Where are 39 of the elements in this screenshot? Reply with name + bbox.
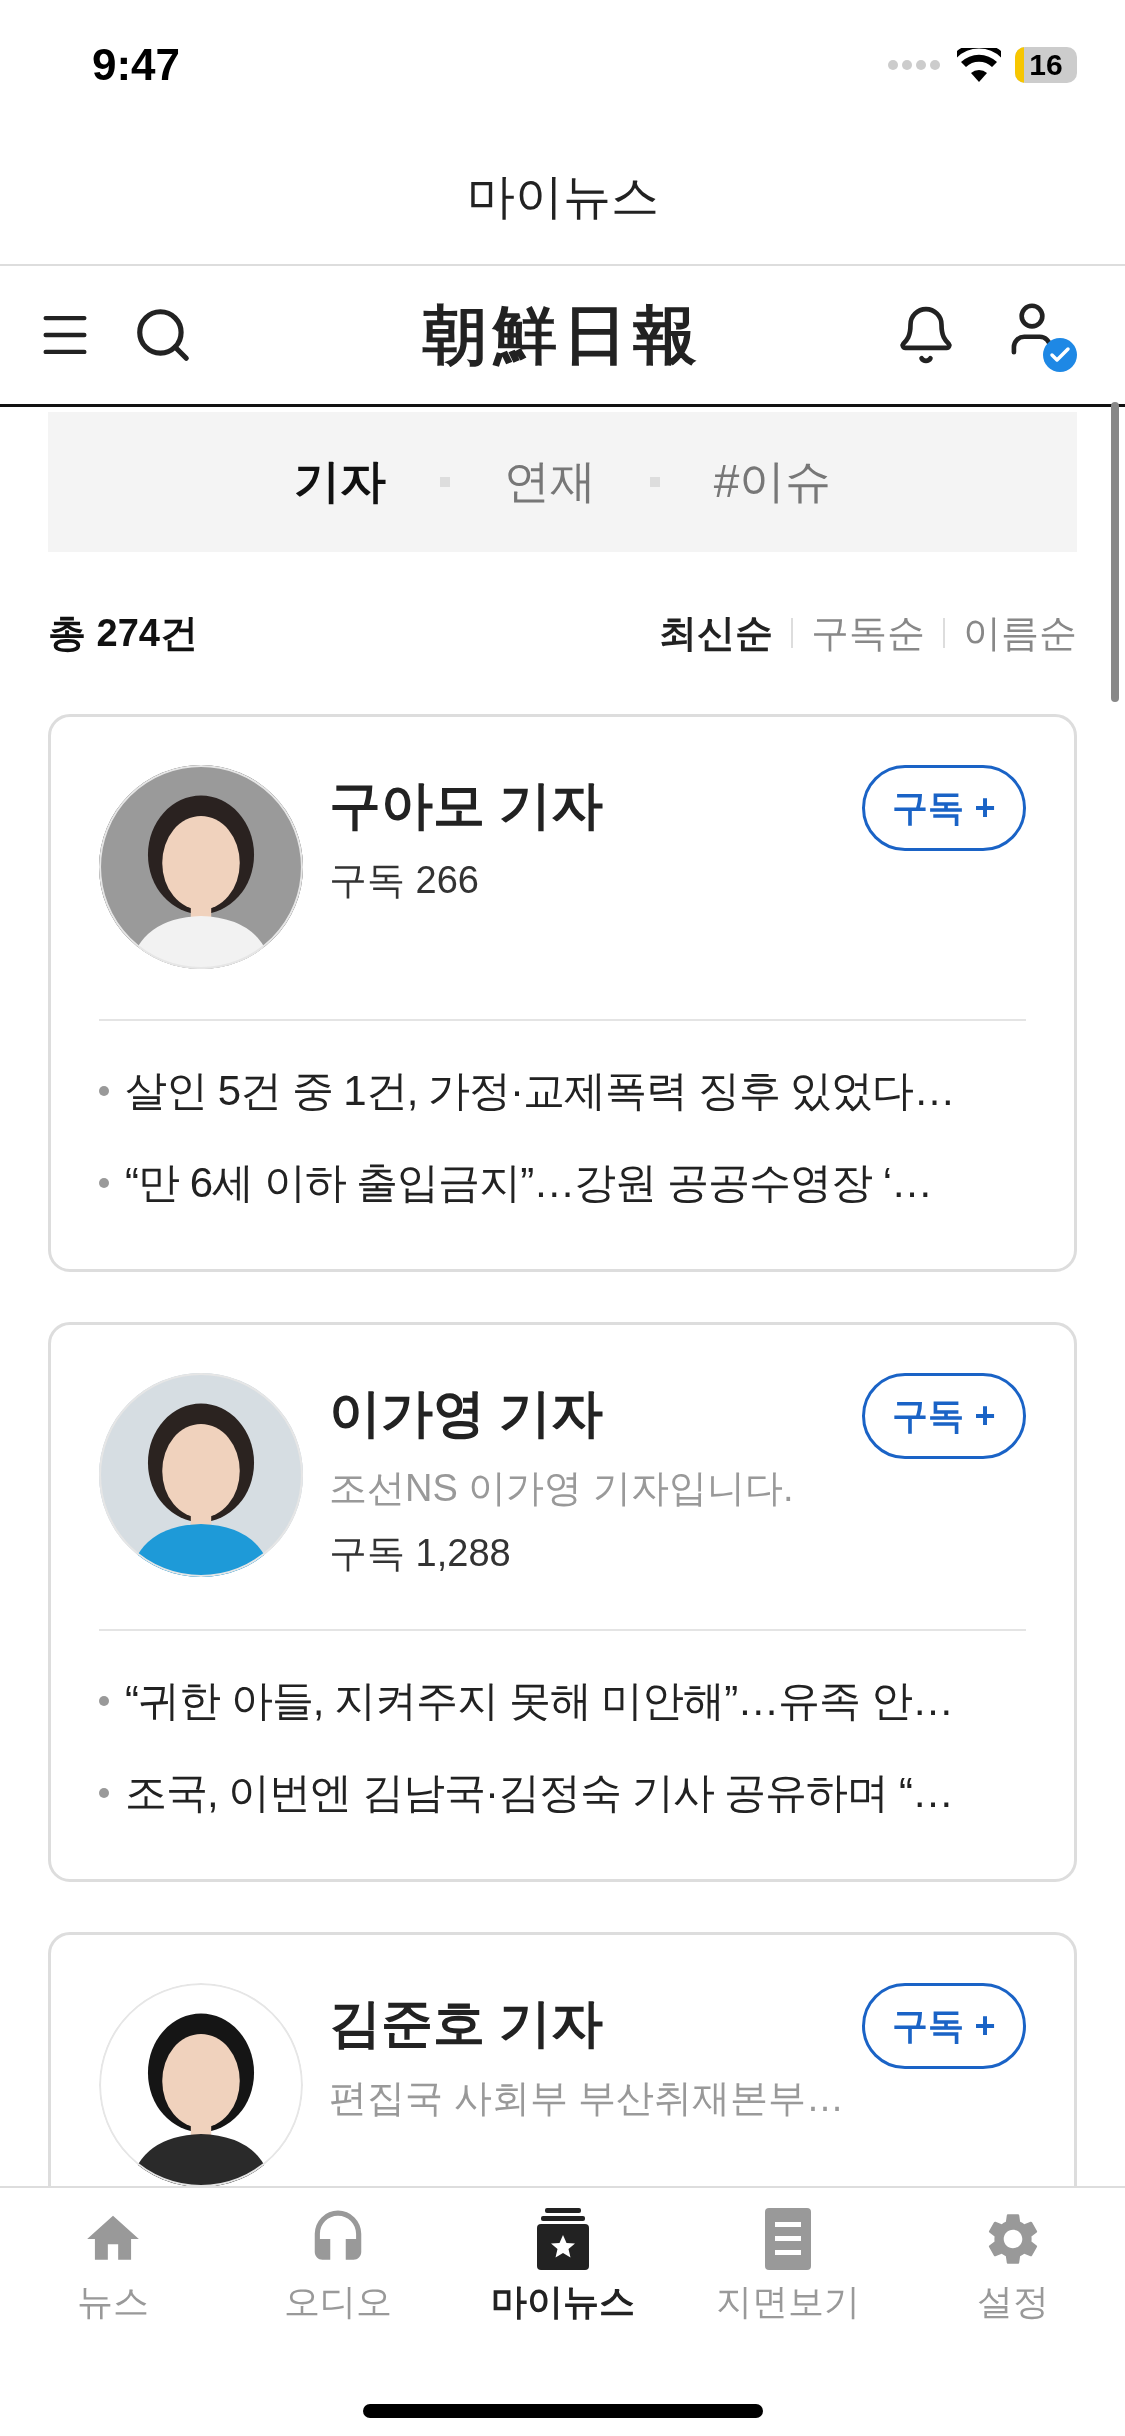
reporter-bio: 조선NS 이가영 기자입니다. — [329, 1466, 795, 1511]
subscriber-count: 구독 266 — [329, 858, 480, 903]
bullet-icon — [99, 1086, 109, 1096]
page-title: 마이뉴스 — [466, 169, 659, 225]
reporter-card[interactable]: 이가영 기자 조선NS 이가영 기자입니다. 구독 1,288 구독 + “귀한 아들, 지켜주지 못해 미안해”…유족 안… 조국, 이번엔 김남국·김정숙 기사 공유하며 “… — [48, 1322, 1077, 1882]
newspaper-logo[interactable]: 朝鮮日報 — [422, 291, 703, 379]
headline-link[interactable]: “귀한 아들, 지켜주지 못해 미안해”…유족 안… — [125, 1673, 953, 1729]
nav-tab[interactable]: 마이뉴스 — [450, 2188, 675, 2338]
reporter-name: 구아모 기자 — [329, 775, 605, 836]
headline-link[interactable]: 조국, 이번엔 김남국·김정숙 기사 공유하며 “… — [125, 1765, 953, 1821]
headline-link[interactable]: “만 6세 이하 출입금지”…강원 공공수영장 ‘… — [125, 1155, 932, 1211]
reporter-name: 김준호 기자 — [329, 1993, 605, 2054]
reporter-name: 이가영 기자 — [329, 1383, 605, 1444]
sort-option[interactable]: 최신순 — [659, 607, 773, 659]
category-tab[interactable]: 기자 — [293, 451, 386, 513]
reporter-card[interactable]: 김준호 기자 편집국 사회부 부산취재본부… 구독 + — [48, 1932, 1077, 2186]
bullet-icon — [99, 1696, 109, 1706]
subscribe-button[interactable]: 구독 + — [862, 1373, 1026, 1459]
subscriber-count: 구독 1,288 — [329, 1531, 512, 1576]
category-tab[interactable]: 연재 — [503, 451, 596, 513]
bullet-icon — [99, 1788, 109, 1798]
scrollbar[interactable] — [1111, 402, 1119, 702]
total-count: 총 274건 — [48, 610, 198, 656]
subscribe-button[interactable]: 구독 + — [862, 1983, 1026, 2069]
reporter-bio: 편집국 사회부 부산취재본부… — [329, 2076, 846, 2121]
subscribe-button[interactable]: 구독 + — [862, 765, 1026, 851]
wifi-icon — [957, 48, 1001, 82]
category-tab[interactable]: #이슈 — [713, 451, 832, 513]
reporter-card[interactable]: 구아모 기자 구독 266 구독 + 살인 5건 중 1건, 가정·교제폭력 징후 있었다… “만 6세 이하 출입금지”…강원 공공수영장 ‘… — [48, 714, 1077, 1272]
headline-link[interactable]: 살인 5건 중 1건, 가정·교제폭력 징후 있었다… — [125, 1063, 955, 1119]
signal-icon — [887, 59, 943, 71]
battery-icon: 16 — [1015, 47, 1077, 83]
document-icon — [764, 2208, 811, 2270]
status-time: 9:47 — [92, 40, 181, 90]
sort-option[interactable]: 구독순 — [811, 607, 925, 659]
sort-option[interactable]: 이름순 — [963, 607, 1077, 659]
bullet-icon — [99, 1178, 109, 1188]
verified-check-icon — [1043, 338, 1077, 372]
star-box-icon — [534, 2208, 591, 2270]
